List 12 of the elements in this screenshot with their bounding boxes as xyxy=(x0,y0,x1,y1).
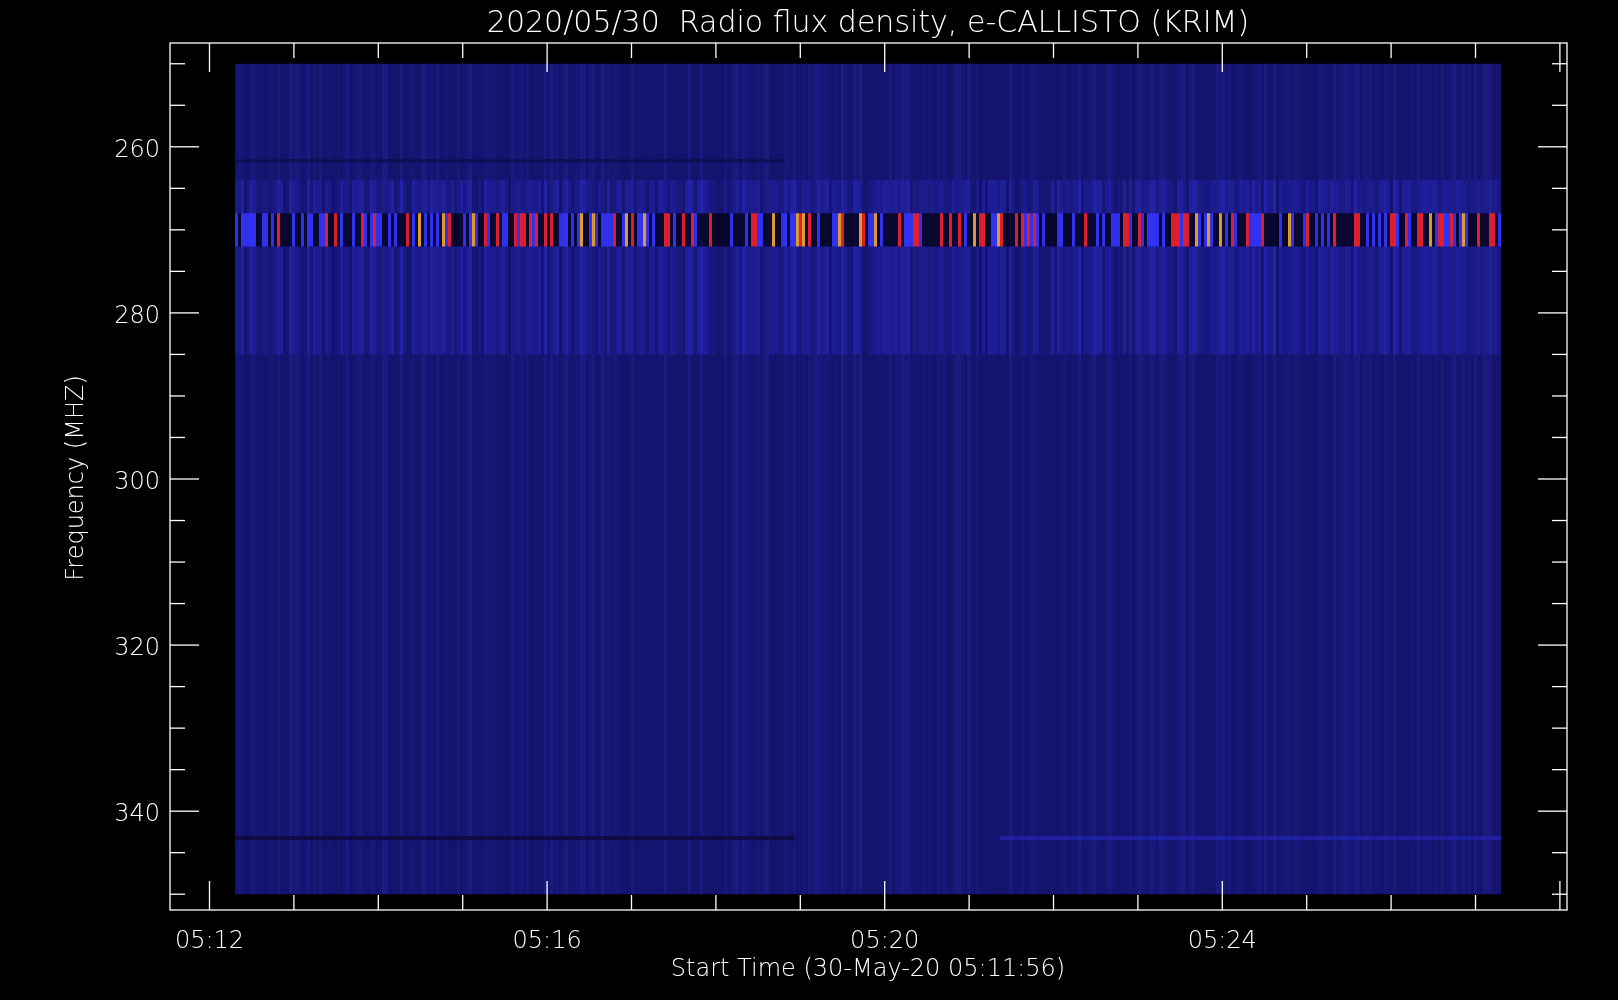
x-tick-label: 05:12 xyxy=(174,926,245,954)
x-tick-label: 05:16 xyxy=(512,926,582,954)
chart-title: 2020/05/30 Radio flux density, e-CALLISTO (KRIM) xyxy=(486,4,1250,39)
y-tick-label: 280 xyxy=(114,300,160,329)
x-axis-title: Start Time (30-May-20 05:11:56) xyxy=(670,954,1066,982)
y-tick-label: 260 xyxy=(114,134,160,163)
y-tick-label: 340 xyxy=(114,799,160,828)
y-axis-title: Frequency (MHZ) xyxy=(61,375,89,581)
x-tick-label: 05:20 xyxy=(850,926,920,954)
y-tick-label: 320 xyxy=(114,633,160,662)
y-tick-label: 300 xyxy=(114,467,160,495)
x-tick-label: 05:24 xyxy=(1187,926,1257,954)
